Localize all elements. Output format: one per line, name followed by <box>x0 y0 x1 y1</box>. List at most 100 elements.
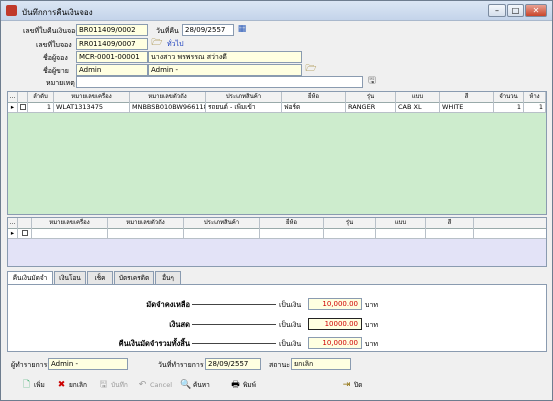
cell-product-type: รถยนต์ - เพิ่มเข้า <box>206 103 282 113</box>
selected-items-grid: ... หมายเลขเครื่อง หมายเลขตัวถัง ประเภทส… <box>7 217 547 267</box>
cell-model[interactable] <box>324 229 376 239</box>
note-label: หมายเหตุ <box>46 79 75 87</box>
row-indicator: ▸ <box>8 103 18 113</box>
undo-icon: ↶ <box>138 380 147 390</box>
return-date-label: วันที่คืน <box>156 27 179 35</box>
search-icon: 🔍 <box>180 380 192 390</box>
col-header-check <box>18 92 28 103</box>
add-button[interactable]: 🗋 เพิ่ม <box>21 378 45 392</box>
total-refund-field[interactable]: 10,000.00 <box>308 337 362 349</box>
window-title: บันทึกการคืนเงินจอง <box>22 8 93 17</box>
action-toolbar: 🗋 เพิ่ม ✖ ยกเลิก 🖫 บันทึก ↶ Cancel 🔍 ค้นหา 🖶 พ… <box>1 372 552 400</box>
browse-folder-icon[interactable]: 🗁 <box>305 64 317 75</box>
col-header-check <box>18 218 32 229</box>
made-date-field: 28/09/2557 <box>205 358 261 370</box>
tab-credit-card[interactable]: บัตรเครดิต <box>114 271 154 284</box>
maker-label: ผู้ทำรายการ <box>11 361 48 369</box>
made-date-label: วันที่ทำรายการ <box>158 361 204 369</box>
grid-header: ... ลำดับ หมายเลขเครื่อง หมายเลขตัวถัง ป… <box>8 92 546 103</box>
customer-name-field[interactable]: นางสาว พรพรรณ สว่างดี <box>148 51 302 63</box>
amount-prefix: เป็นเงิน <box>279 321 302 329</box>
close-button[interactable]: ⇥ ปิด <box>341 378 363 392</box>
cell-brand[interactable] <box>260 229 324 239</box>
cell-color: WHITE <box>440 103 494 113</box>
cell-style: CAB XL <box>396 103 440 113</box>
col-header: หมายเลขเครื่อง <box>54 92 130 103</box>
divider <box>192 324 276 325</box>
col-header: แบบ <box>376 218 426 229</box>
tab-other[interactable]: อื่นๆ <box>155 271 181 284</box>
return-date-field[interactable]: 28/09/2557 <box>182 24 234 36</box>
status-field: ยกเลิก <box>291 358 351 370</box>
col-header: รุ่น <box>346 92 396 103</box>
browse-folder-icon[interactable]: 🗁 <box>151 38 163 49</box>
cell-brand: ฟอร์ด <box>282 103 346 113</box>
cell-engine[interactable] <box>32 229 108 239</box>
table-row[interactable]: ▸ <box>8 229 546 239</box>
amount-prefix: เป็นเงิน <box>279 301 302 309</box>
save-button[interactable]: 🖫 บันทึก <box>98 378 128 392</box>
row-checkbox[interactable] <box>18 103 28 113</box>
maximize-button[interactable]: □ <box>507 4 524 17</box>
maker-field: Admin - <box>48 358 128 370</box>
col-header: หมายเลขเครื่อง <box>32 218 108 229</box>
amount-suffix: บาท <box>365 340 378 348</box>
col-header: ประเภทสินค้า <box>206 92 282 103</box>
row-checkbox[interactable] <box>18 229 32 239</box>
title-bar: บันทึกการคืนเงินจอง – □ ✕ <box>1 1 552 21</box>
grid-header: ... หมายเลขเครื่อง หมายเลขตัวถัง ประเภทส… <box>8 218 546 229</box>
col-header: หมายเลขตัวถัง <box>130 92 206 103</box>
col-header: รุ่น <box>324 218 376 229</box>
save-note-icon[interactable]: 🖫 <box>366 76 378 87</box>
table-row[interactable]: ▸ 1 WLAT1313475 MNBBSB010BW966118 รถยนต์… <box>8 103 546 113</box>
tab-refund-deposit[interactable]: คืนเงินมัดจำ <box>7 271 53 285</box>
cancel-document-button[interactable]: ✖ ยกเลิก <box>56 378 87 392</box>
col-header: จำนวน <box>494 92 524 103</box>
cell-style[interactable] <box>376 229 426 239</box>
customer-label: ชื่อผู้จอง <box>43 54 68 62</box>
voucher-field[interactable]: BR011409/0002 <box>76 24 148 36</box>
tab-transfer[interactable]: เงินโอน <box>54 271 86 284</box>
divider <box>192 304 276 305</box>
cell-color[interactable] <box>426 229 474 239</box>
booking-label: เลขที่ใบจอง <box>36 41 72 49</box>
divider <box>192 343 276 344</box>
close-window-button[interactable]: ✕ <box>525 4 547 17</box>
col-header: ยี่ห้อ <box>282 92 346 103</box>
general-link[interactable]: ทั่วไป <box>167 39 184 50</box>
refund-panel: มัดจำคงเหลือ เป็นเงิน 10,000.00 บาท เงิน… <box>7 284 547 352</box>
calendar-icon[interactable]: ▦ <box>236 24 248 35</box>
print-button[interactable]: 🖶 พิมพ์ <box>230 378 256 392</box>
note-field[interactable] <box>76 76 363 88</box>
salesperson-name-field[interactable]: Admin - <box>148 64 302 76</box>
minimize-button[interactable]: – <box>488 4 506 17</box>
customer-code-field[interactable]: MCR-0001-00001 <box>76 51 148 63</box>
remaining-deposit-field[interactable]: 10,000.00 <box>308 298 362 310</box>
col-header: ห้าง <box>524 92 546 103</box>
remaining-deposit-label: มัดจำคงเหลือ <box>146 300 190 309</box>
col-header: ประเภทสินค้า <box>184 218 260 229</box>
booking-field[interactable]: RR011409/0007 <box>76 38 148 50</box>
col-header: ลำดับ <box>28 92 54 103</box>
add-icon: 🗋 <box>22 380 31 390</box>
cell-product-type[interactable] <box>184 229 260 239</box>
cell-chassis: MNBBSB010BW966118 <box>132 103 206 113</box>
amount-suffix: บาท <box>365 301 378 309</box>
refund-deposit-window: บันทึกการคืนเงินจอง – □ ✕ เลขที่ใบคืนเงิ… <box>0 0 553 401</box>
x-icon: ✖ <box>57 380 66 390</box>
cell-chassis[interactable] <box>108 229 184 239</box>
total-refund-label: คืนเงินมัดจำรวมทั้งสิ้น <box>118 339 190 348</box>
col-header: สี <box>426 218 474 229</box>
tab-cheque[interactable]: เช็ค <box>87 271 113 284</box>
status-label: สถานะ <box>269 361 290 369</box>
row-indicator: ▸ <box>8 229 18 239</box>
col-header: ยี่ห้อ <box>260 218 324 229</box>
amount-prefix: เป็นเงิน <box>279 340 302 348</box>
printer-icon: 🖶 <box>231 380 240 390</box>
cash-field[interactable]: 10000.00 <box>308 318 362 330</box>
search-button[interactable]: 🔍 ค้นหา <box>180 378 210 392</box>
cell-model: RANGER <box>346 103 396 113</box>
cancel-button[interactable]: ↶ Cancel <box>137 378 172 392</box>
salesperson-code-field[interactable]: Admin <box>76 64 148 76</box>
save-icon: 🖫 <box>99 380 108 390</box>
